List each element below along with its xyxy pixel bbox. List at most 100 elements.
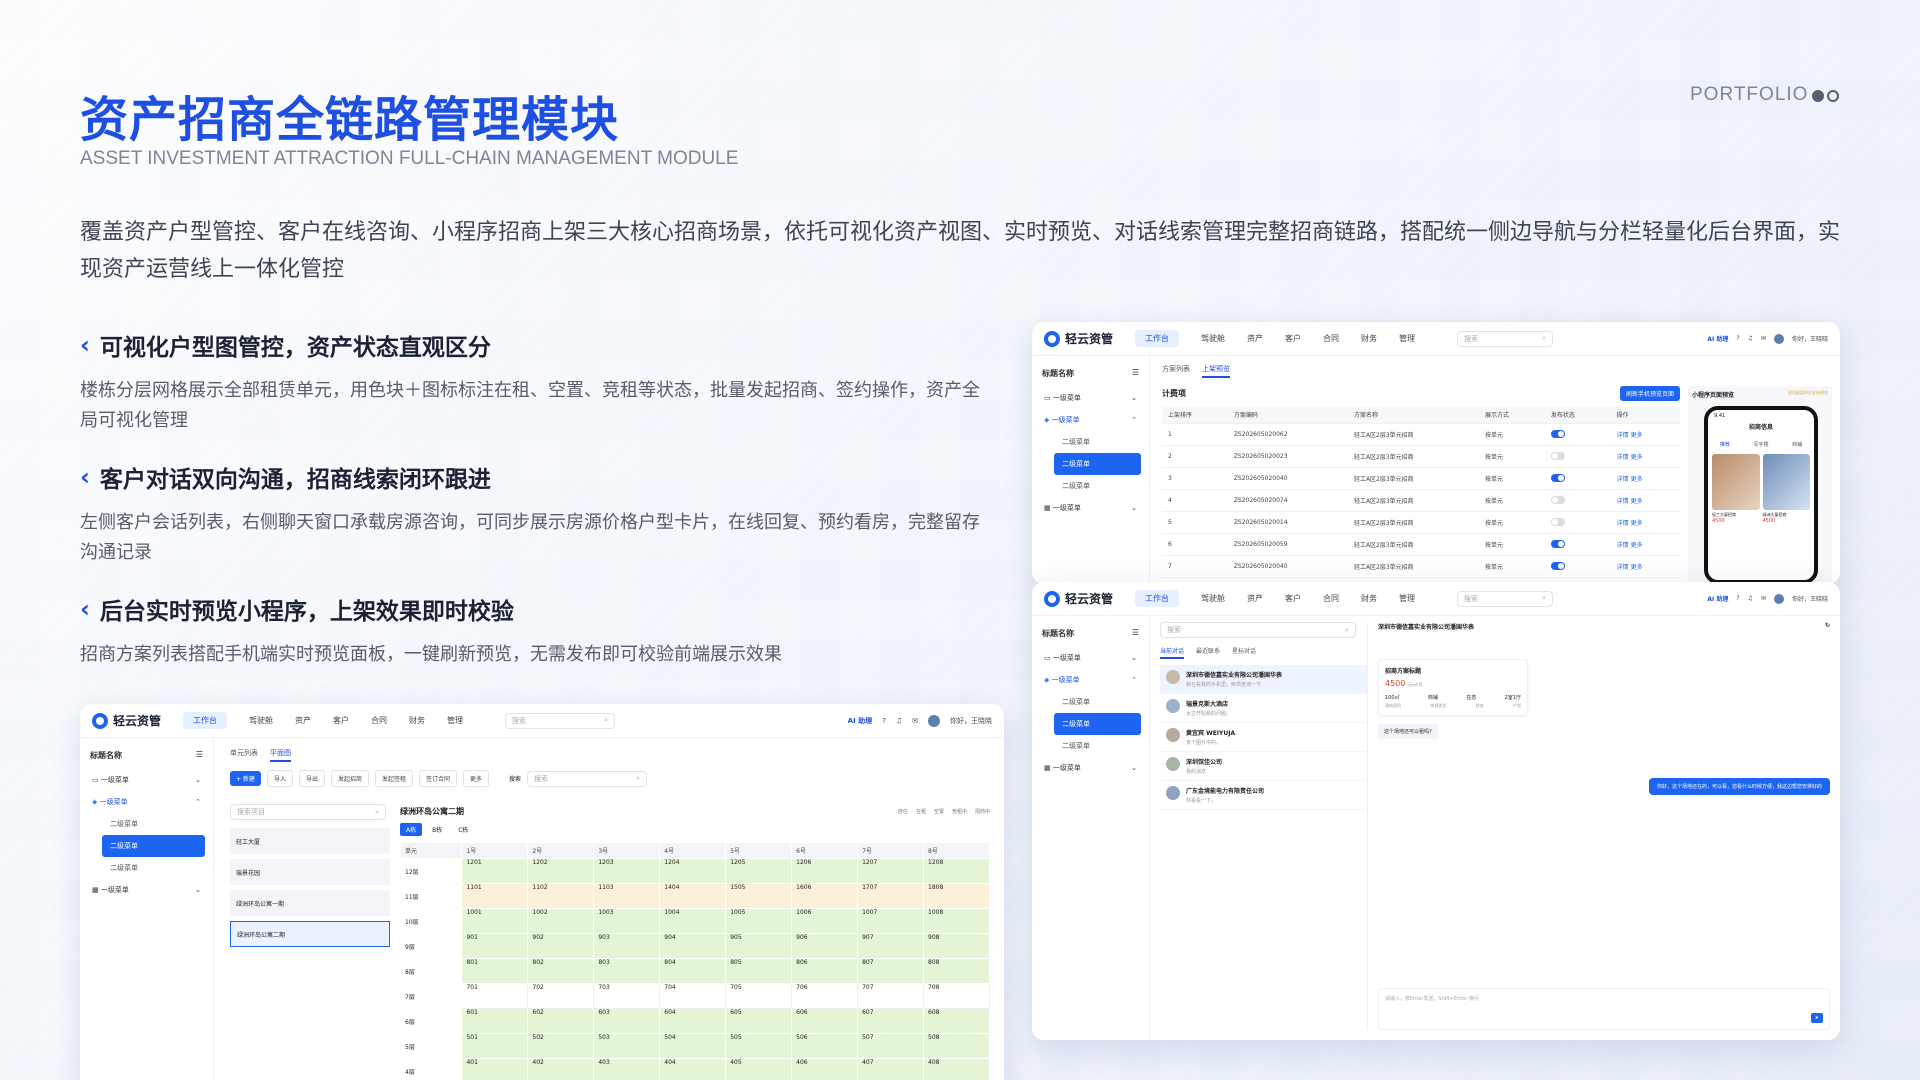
- unit-cell[interactable]: 608: [923, 1008, 990, 1034]
- unit-cell[interactable]: 905: [725, 933, 793, 959]
- submenu-item-active[interactable]: 二级菜单: [102, 835, 205, 857]
- search-input[interactable]: 搜索 ⌕: [1457, 330, 1554, 347]
- block-tab-a[interactable]: A栋: [400, 823, 423, 836]
- user-greeting[interactable]: 你好，王晓晓: [1792, 334, 1828, 343]
- ai-assistant-button[interactable]: AI 助理: [848, 716, 872, 726]
- unit-cell[interactable]: 804: [659, 958, 727, 984]
- listing-card[interactable]: 招商方案标题 4500 元/㎡·月 100㎡ 商铺 在态 2室1厅 建筑面积 房源类型状…: [1378, 659, 1528, 716]
- grid-search-input[interactable]: 搜索 ⌕: [527, 770, 648, 787]
- block-tab-c[interactable]: C栋: [452, 823, 474, 836]
- avatar[interactable]: [1773, 333, 1784, 344]
- unit-cell[interactable]: 508: [923, 1033, 990, 1059]
- unit-cell[interactable]: 607: [857, 1008, 925, 1034]
- message-icon[interactable]: ✉: [1761, 335, 1766, 342]
- menu-item[interactable]: ▦ 一级菜单 ⌄: [1032, 497, 1149, 519]
- unit-cell[interactable]: 1204: [659, 858, 727, 884]
- help-icon[interactable]: ?: [882, 717, 886, 725]
- nav-workbench[interactable]: 工作台: [183, 712, 228, 729]
- submenu-item[interactable]: 二级菜单: [1032, 735, 1149, 757]
- unit-cell[interactable]: 604: [659, 1008, 727, 1034]
- publish-toggle[interactable]: [1550, 474, 1565, 482]
- unit-cell[interactable]: 708: [923, 983, 990, 1009]
- message-icon[interactable]: ✉: [912, 717, 918, 725]
- unit-cell[interactable]: 407: [857, 1058, 925, 1080]
- nav-customers[interactable]: 客户: [333, 715, 349, 726]
- unit-cell[interactable]: 1008: [923, 908, 990, 934]
- unit-cell[interactable]: 1103: [593, 883, 661, 909]
- app-logo[interactable]: 轻云资管: [92, 712, 161, 729]
- menu-item[interactable]: ▭ 一级菜单 ⌄: [1032, 647, 1149, 669]
- user-greeting[interactable]: 你好，王晓晓: [950, 716, 992, 726]
- bell-icon[interactable]: ♫: [1748, 335, 1753, 342]
- conversation-item[interactable]: 黄宜宾 WEIYUJA 有个图片中的。: [1160, 723, 1367, 752]
- avatar[interactable]: [1773, 593, 1784, 604]
- unit-cell[interactable]: 701: [461, 983, 529, 1009]
- publish-toggle[interactable]: [1550, 430, 1565, 438]
- unit-cell[interactable]: 805: [725, 958, 793, 984]
- unit-cell[interactable]: 906: [791, 933, 859, 959]
- more-button[interactable]: 更多: [463, 770, 490, 787]
- unit-cell[interactable]: 408: [923, 1058, 990, 1080]
- start-lease-button[interactable]: 发起签租: [374, 770, 413, 787]
- submenu-item[interactable]: 二级菜单: [1032, 691, 1149, 713]
- unit-cell[interactable]: 907: [857, 933, 925, 959]
- unit-cell[interactable]: 1505: [725, 883, 793, 909]
- help-icon[interactable]: ?: [1736, 595, 1739, 602]
- nav-manage[interactable]: 管理: [447, 715, 463, 726]
- row-actions[interactable]: 详情 更多: [1610, 489, 1680, 512]
- conversation-item[interactable]: 广东金境能电力有限责任公司 你看看一下。: [1160, 781, 1367, 810]
- unit-cell[interactable]: 406: [791, 1058, 859, 1080]
- unit-cell[interactable]: 1007: [857, 908, 925, 934]
- unit-cell[interactable]: 901: [461, 933, 529, 959]
- collapse-icon[interactable]: ☰: [196, 750, 203, 761]
- phone-tab[interactable]: 推荐: [1720, 441, 1730, 448]
- building-item[interactable]: 轻工大厦: [230, 828, 390, 854]
- row-actions[interactable]: 详情 更多: [1610, 445, 1680, 468]
- menu-item-expanded[interactable]: ◈ 一级菜单 ⌃: [1032, 669, 1149, 691]
- unit-cell[interactable]: 1102: [527, 883, 595, 909]
- submenu-item[interactable]: 二级菜单: [80, 813, 213, 835]
- start-attract-button[interactable]: 发起招商: [330, 770, 369, 787]
- phone-tab[interactable]: 商铺: [1792, 441, 1802, 448]
- submenu-item[interactable]: 二级菜单: [80, 857, 213, 879]
- menu-item[interactable]: ▭ 一级菜单 ⌄: [80, 769, 213, 791]
- unit-cell[interactable]: 405: [725, 1058, 793, 1080]
- unit-cell[interactable]: 703: [593, 983, 661, 1009]
- user-greeting[interactable]: 你好，王晓晓: [1792, 594, 1828, 603]
- unit-cell[interactable]: 1004: [659, 908, 727, 934]
- unit-cell[interactable]: 605: [725, 1008, 793, 1034]
- nav-cockpit[interactable]: 驾驶舱: [249, 715, 273, 726]
- nav-customers[interactable]: 客户: [1285, 593, 1301, 604]
- unit-cell[interactable]: 1205: [725, 858, 793, 884]
- unit-cell[interactable]: 1606: [791, 883, 859, 909]
- unit-cell[interactable]: 1001: [461, 908, 529, 934]
- unit-cell[interactable]: 1707: [857, 883, 925, 909]
- tab-preview[interactable]: 上架预览: [1202, 364, 1230, 378]
- row-actions[interactable]: 详情 更多: [1610, 423, 1680, 446]
- unit-cell[interactable]: 1202: [527, 858, 595, 884]
- import-button[interactable]: 导入: [266, 770, 293, 787]
- unit-cell[interactable]: 1201: [461, 858, 529, 884]
- nav-contracts[interactable]: 合同: [371, 715, 387, 726]
- avatar[interactable]: [928, 714, 940, 727]
- unit-cell[interactable]: 807: [857, 958, 925, 984]
- nav-workbench[interactable]: 工作台: [1135, 590, 1180, 607]
- bell-icon[interactable]: ♫: [1748, 595, 1753, 602]
- unit-cell[interactable]: 1101: [461, 883, 529, 909]
- unit-cell[interactable]: 401: [461, 1058, 529, 1080]
- tab-recent[interactable]: 最近联系: [1196, 646, 1220, 659]
- nav-contracts[interactable]: 合同: [1323, 593, 1339, 604]
- collapse-icon[interactable]: ☰: [1132, 628, 1139, 639]
- tab-current[interactable]: 当前对话: [1160, 646, 1185, 659]
- unit-cell[interactable]: 707: [857, 983, 925, 1009]
- unit-cell[interactable]: 1005: [725, 908, 793, 934]
- unit-cell[interactable]: 506: [791, 1033, 859, 1059]
- unit-cell[interactable]: 403: [593, 1058, 661, 1080]
- unit-cell[interactable]: 1208: [923, 858, 990, 884]
- row-actions[interactable]: 详情 更多: [1610, 511, 1680, 534]
- unit-cell[interactable]: 801: [461, 958, 529, 984]
- search-input[interactable]: 搜索 ⌕: [505, 712, 616, 729]
- row-actions[interactable]: 详情 更多: [1610, 467, 1680, 490]
- nav-finance[interactable]: 财务: [1361, 593, 1377, 604]
- tab-plan-list[interactable]: 方案列表: [1162, 364, 1190, 378]
